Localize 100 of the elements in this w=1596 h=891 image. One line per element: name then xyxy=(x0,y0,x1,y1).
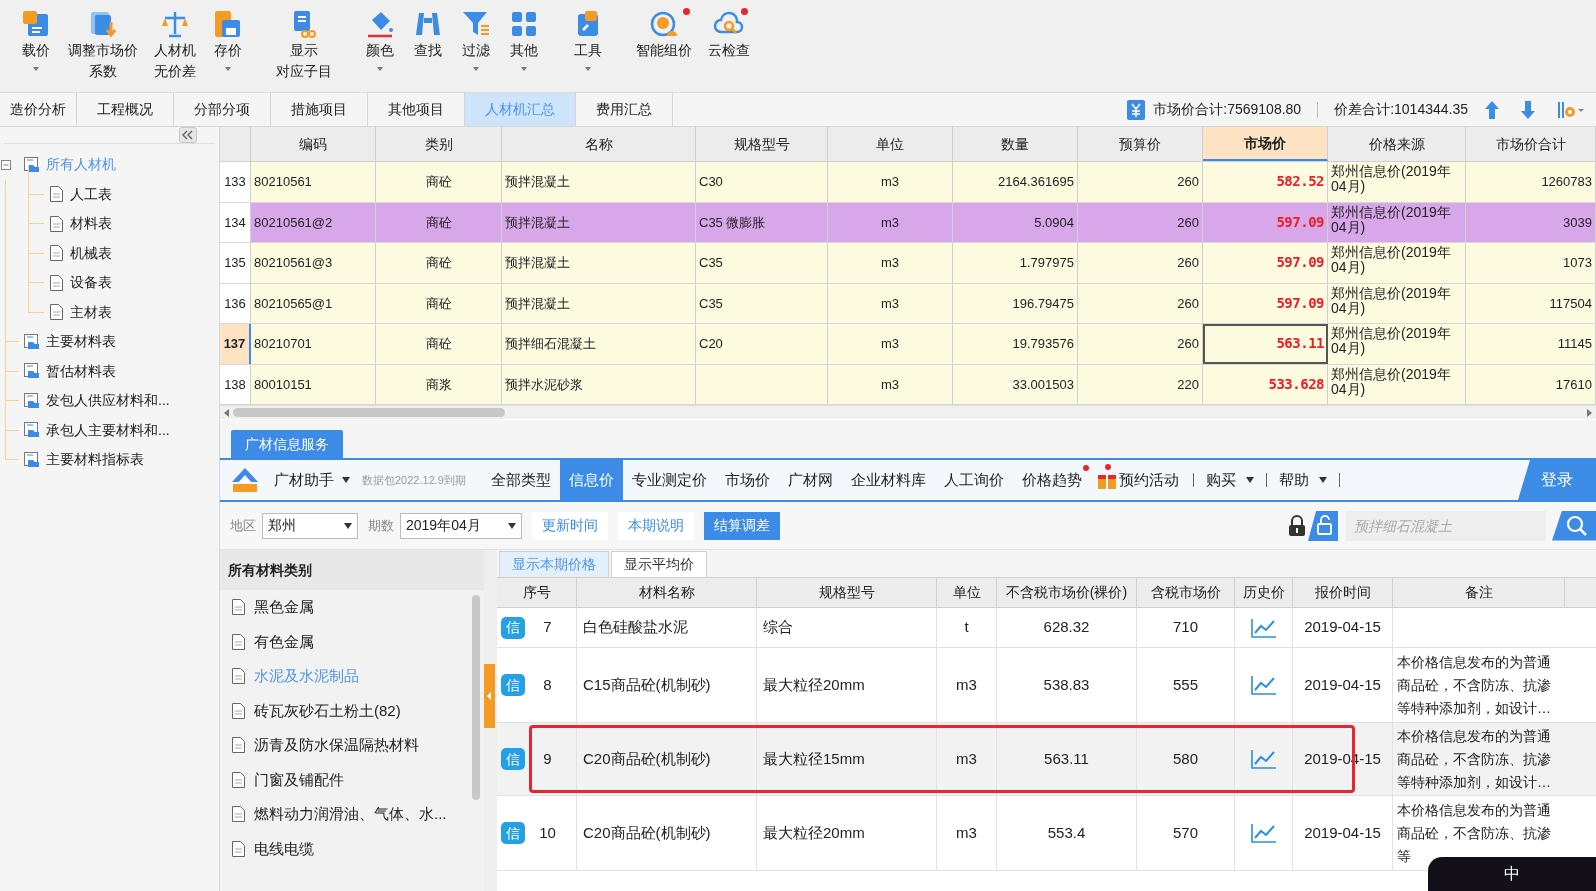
toolbar-button[interactable]: 颜色 xyxy=(356,8,404,71)
view-tab[interactable]: 显示平均价 xyxy=(611,551,707,577)
column-header[interactable]: 报价时间 xyxy=(1293,578,1393,607)
table-row[interactable]: 信 7 白色硅酸盐水泥 综合 t 628.32 710 2019-04-15 xyxy=(497,608,1596,648)
nav-tab[interactable]: 专业测定价 xyxy=(622,460,716,500)
column-header[interactable]: 规格型号 xyxy=(757,578,937,607)
nav-tab[interactable]: 全部类型 xyxy=(481,460,560,500)
dropdown[interactable]: 2019年04月 xyxy=(400,512,522,539)
nav-link[interactable]: 预约活动 xyxy=(1090,460,1185,500)
table-cell-text: 19.793576 xyxy=(1012,335,1074,353)
column-settings-icon[interactable] xyxy=(1556,99,1584,120)
down-arrow-icon[interactable] xyxy=(1520,99,1536,120)
up-arrow-icon[interactable] xyxy=(1484,99,1500,120)
source-tag: 信 xyxy=(501,674,525,696)
column-header[interactable]: 备注 xyxy=(1393,578,1565,607)
column-header[interactable]: 类别 xyxy=(376,127,502,161)
tree-item[interactable]: 发包人供应材料和... xyxy=(46,390,170,412)
column-header[interactable]: 单位 xyxy=(828,127,953,161)
caret-icon xyxy=(508,522,516,529)
tree-item[interactable]: 机械表 xyxy=(70,242,112,264)
tab[interactable]: 工程概况 xyxy=(77,93,174,126)
tree-item[interactable]: 主要材料指标表 xyxy=(46,449,144,471)
tab[interactable]: 费用汇总 xyxy=(576,93,673,126)
scrollbar-thumb[interactable] xyxy=(472,595,480,800)
menu-button[interactable]: 购买 xyxy=(1201,460,1258,500)
collapse-toggle-icon[interactable] xyxy=(1,159,11,170)
tree-item[interactable]: 承包人主要材料和... xyxy=(46,419,170,441)
tab[interactable]: 措施项目 xyxy=(271,93,368,126)
document-icon xyxy=(232,633,245,650)
table-cell-text: m3 xyxy=(880,335,900,353)
collapse-button[interactable] xyxy=(179,127,197,143)
nav-tab[interactable]: 广材网 xyxy=(778,460,842,500)
tree-item[interactable]: 主要材料表 xyxy=(46,331,116,353)
lock-icon[interactable] xyxy=(1288,514,1306,537)
category-item[interactable]: 有色金属 xyxy=(254,630,314,653)
category-item[interactable]: 电线电缆 xyxy=(254,837,314,860)
table-cell-text: 33.001503 xyxy=(1012,375,1074,394)
column-header[interactable]: 单位 xyxy=(937,578,997,607)
search-button[interactable] xyxy=(1552,510,1596,541)
toolbar-button[interactable]: 其他 xyxy=(500,8,548,71)
column-header[interactable]: 历史价 xyxy=(1235,578,1293,607)
table-cell-text: C20商品砼(机制砂) xyxy=(583,822,711,843)
ime-indicator[interactable]: 中 xyxy=(1428,857,1596,891)
scrollbar-thumb[interactable] xyxy=(233,408,505,417)
toolbar-button[interactable]: 智能组价 xyxy=(628,8,700,61)
line-chart-icon[interactable] xyxy=(1250,823,1277,843)
line-chart-icon[interactable] xyxy=(1250,675,1277,695)
toolbar-button[interactable]: 工具 xyxy=(564,8,612,71)
table-row[interactable]: 信 8 C15商品砼(机制砂) 最大粒径20mm m3 538.83 555 2019-04-15 本价格信息发布的为普通商品砼，不含防冻、抗渗等特种添加剂，如设计… xyxy=(497,648,1596,723)
column-header[interactable]: 市场价合计 xyxy=(1466,127,1596,161)
toolbar-button[interactable]: 过滤 xyxy=(452,8,500,71)
nav-tab[interactable]: 价格趋势 xyxy=(1012,460,1091,500)
column-header[interactable]: 不含税市场价(裸价) xyxy=(997,578,1137,607)
toolbar-button[interactable]: 显示 对应子目 xyxy=(268,8,340,82)
column-header[interactable]: 数量 xyxy=(953,127,1078,161)
filter-button[interactable]: 本期说明 xyxy=(618,511,694,540)
table-cell-text: 商砼 xyxy=(425,213,452,232)
tree-item[interactable]: 设备表 xyxy=(70,272,112,294)
assistant-menu[interactable]: 广材助手 xyxy=(274,460,350,500)
table-cell-text: 570 xyxy=(1173,822,1198,843)
menu-button[interactable]: 帮助 xyxy=(1274,460,1331,500)
nav-tab[interactable]: 企业材料库 xyxy=(841,460,935,500)
tab[interactable]: 分部分项 xyxy=(174,93,271,126)
filter-button[interactable]: 更新时间 xyxy=(532,511,608,540)
column-header[interactable]: 市场价 xyxy=(1203,127,1328,161)
category-item[interactable]: 沥青及防水保温隔热材料 xyxy=(254,734,419,757)
toolbar-button[interactable]: 人材机 无价差 xyxy=(146,8,204,82)
category-item[interactable]: 燃料动力润滑油、气体、水... xyxy=(254,803,447,826)
column-header[interactable]: 材料名称 xyxy=(577,578,757,607)
category-item[interactable]: 门窗及铺配件 xyxy=(254,768,344,791)
tree-item[interactable]: 人工表 xyxy=(70,183,112,205)
table-cell-text: 80010151 xyxy=(254,375,312,394)
toolbar-button[interactable]: 存价 xyxy=(204,8,252,71)
line-chart-icon[interactable] xyxy=(1250,749,1277,769)
table-cell-text: 597.09 xyxy=(1276,212,1324,232)
table-cell-text: 563.11 xyxy=(1276,334,1324,354)
column-header[interactable]: 名称 xyxy=(502,127,696,161)
toolbar-button[interactable]: 云检查 xyxy=(700,8,758,61)
table-cell-text: 563.11 xyxy=(1044,748,1089,769)
toolbar-button[interactable]: 查找 xyxy=(404,8,452,61)
search-field[interactable]: 预拌细石混凝土 xyxy=(1346,510,1546,541)
column-header[interactable]: 编码 xyxy=(251,127,376,161)
table-cell-text: C20商品砼(机制砂) xyxy=(583,748,711,769)
column-header[interactable]: 含税市场价 xyxy=(1137,578,1235,607)
line-chart-icon[interactable] xyxy=(1250,617,1277,638)
column-header[interactable]: 价格来源 xyxy=(1328,127,1466,161)
column-header[interactable]: 序号 xyxy=(497,578,577,607)
tree-item[interactable]: 主材表 xyxy=(70,301,112,323)
dropdown[interactable]: 郑州 xyxy=(262,512,358,539)
category-item[interactable]: 黑色金属 xyxy=(254,596,314,619)
tab[interactable]: 造价分析 xyxy=(0,93,77,126)
tree-item[interactable]: 材料表 xyxy=(70,213,112,235)
toolbar-button[interactable]: 载价 xyxy=(12,8,60,71)
nav-tab[interactable]: 人工询价 xyxy=(934,460,1013,500)
tree-item[interactable]: 暂估材料表 xyxy=(46,360,116,382)
column-header[interactable]: 规格型号 xyxy=(696,127,828,161)
toolbar-button[interactable]: 调整市场价 系数 xyxy=(60,8,146,82)
category-item[interactable]: 砖瓦灰砂石土粉土(82) xyxy=(254,699,401,722)
collapse-handle[interactable] xyxy=(484,663,495,728)
nav-tab[interactable]: 市场价 xyxy=(715,460,779,500)
